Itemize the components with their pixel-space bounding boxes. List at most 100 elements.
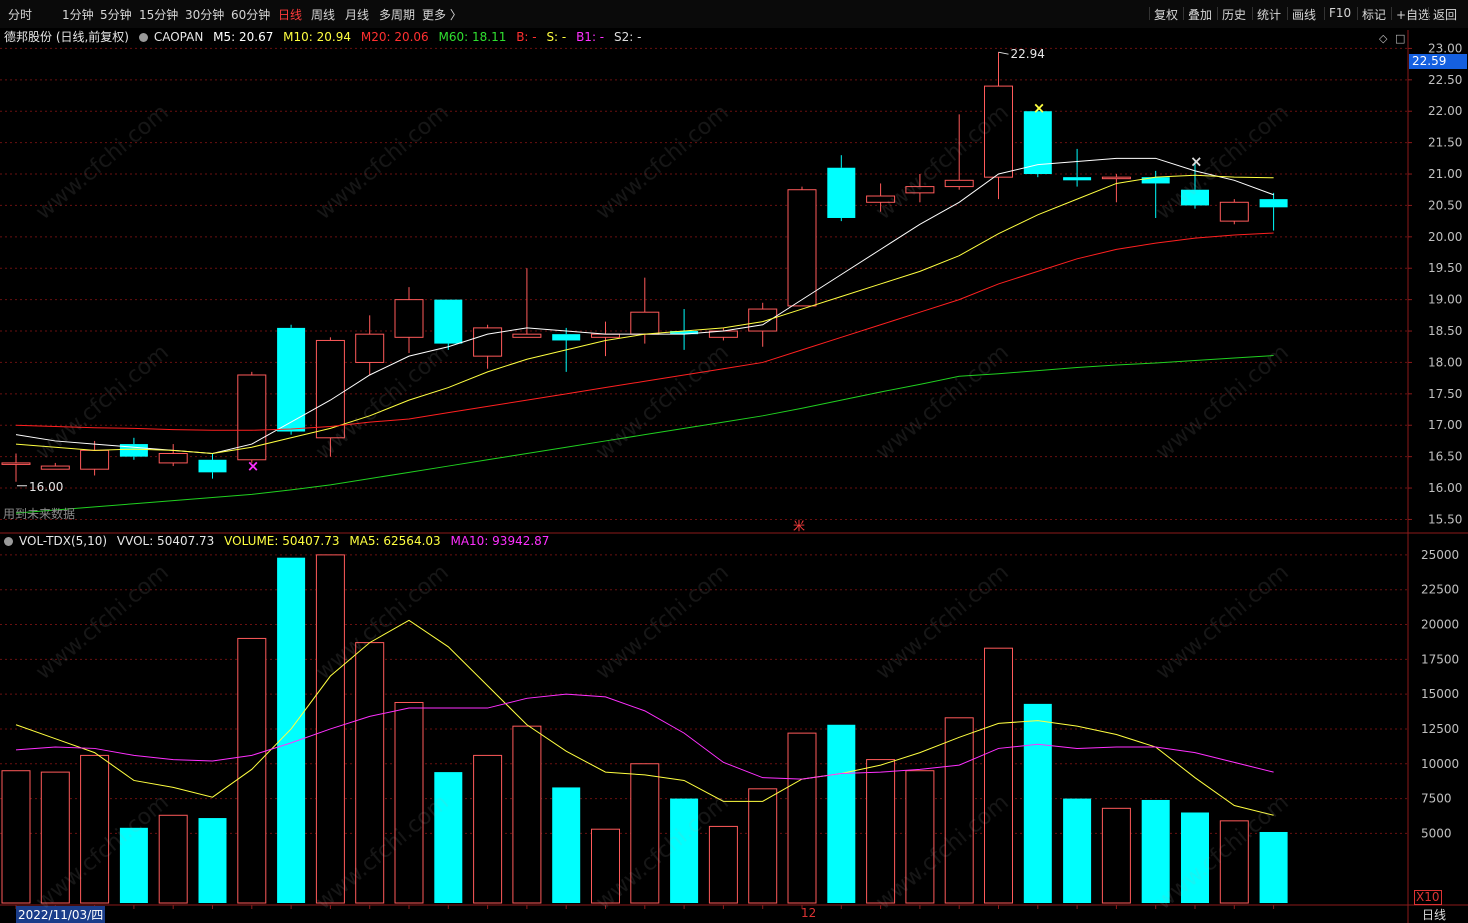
candle-body-up	[394, 299, 424, 338]
price-tick-label: 21.50	[1428, 136, 1462, 150]
vol-settings-icon[interactable]	[4, 537, 13, 546]
price-tick-label: 15.50	[1428, 512, 1462, 526]
volume-bar-up	[748, 788, 778, 904]
vol-indicator-name[interactable]: VOL-TDX(5,10)	[19, 534, 107, 548]
month-marker: 12	[801, 906, 817, 920]
price-tick-label: 18.00	[1428, 355, 1462, 369]
volume-bar-down	[1023, 703, 1052, 903]
candle-body-up	[315, 339, 345, 439]
volume-bar-up	[866, 759, 896, 904]
price-tick-label: 18.50	[1428, 324, 1462, 338]
volume-tick-label: 20000	[1421, 618, 1459, 632]
volume-bar-up	[1101, 807, 1131, 904]
candle-body-down	[1063, 177, 1092, 181]
volume-tick-label: 10000	[1421, 757, 1459, 771]
volume-bar-up	[40, 771, 70, 904]
volume-tick-label: 22500	[1421, 583, 1459, 597]
candle-body-down	[198, 459, 227, 473]
volume-bar-up	[512, 725, 542, 904]
candle-body-up	[984, 85, 1013, 178]
price-tick-label: 20.00	[1428, 230, 1462, 244]
current-price-tag: 22.59	[1409, 54, 1467, 69]
volume-tick-label: 15000	[1421, 687, 1459, 701]
volume-bar-up	[355, 642, 385, 904]
volume-bar-down	[119, 827, 148, 903]
price-legend: 德邦股份 (日线,前复权) CAOPAN M5: 20.67 M10: 20.9…	[4, 28, 647, 44]
price-tick-label: 22.50	[1428, 73, 1462, 87]
signal-marker: ×	[1190, 152, 1203, 170]
candle-body-down	[277, 327, 306, 432]
square-icon: □	[1395, 32, 1405, 45]
volume-bar-down	[552, 787, 581, 903]
candle-body-down	[552, 334, 581, 341]
b-value: B: -	[516, 30, 537, 44]
candle-body-up	[748, 308, 778, 332]
volume-bar-down	[434, 772, 463, 903]
candle-body-down	[827, 167, 856, 218]
max-price-label: 22.94	[1011, 47, 1045, 61]
candle-body-up	[905, 186, 935, 194]
volume-tick-label: 17500	[1421, 652, 1459, 666]
indicator-name[interactable]: CAOPAN	[154, 30, 203, 44]
volume-bar-up	[473, 754, 503, 904]
candle-body-up	[630, 311, 660, 335]
volume-bar-up	[708, 825, 738, 904]
candle-body-up	[866, 195, 896, 203]
stock-title: 德邦股份 (日线,前复权)	[4, 30, 129, 44]
kline-chart[interactable]: 15.50 16.00 16.50 17.00 17.50 18.00 18.50 19.00…	[0, 0, 1468, 923]
volume-bar-up	[905, 770, 935, 904]
candle-body-up	[355, 333, 385, 363]
volume-bar-down	[1181, 812, 1209, 903]
m10-value: M10: 20.94	[283, 30, 352, 44]
price-tick-label: 19.00	[1428, 293, 1462, 307]
volume-tick-label: 5000	[1421, 826, 1452, 840]
price-tick-label: 22.00	[1428, 104, 1462, 118]
period-label: 日线	[1422, 908, 1447, 922]
volume-bar-up	[1, 770, 31, 904]
ma-line-m60	[15, 355, 1274, 514]
price-tick-label: 21.00	[1428, 167, 1462, 181]
scale-x10-badge[interactable]: X10	[1414, 890, 1442, 905]
indicator-settings-icon[interactable]	[138, 33, 148, 42]
volume-bar-up	[630, 763, 660, 904]
candle-body-up	[787, 189, 817, 307]
candle-body-up	[944, 179, 974, 188]
b1-value: B1: -	[576, 30, 605, 44]
signal-marker: ×	[1033, 99, 1046, 117]
volume-bar-up	[591, 828, 620, 904]
s2-value: S2: -	[613, 30, 642, 44]
candle-body-up	[158, 452, 188, 464]
diamond-icon: ◇	[1379, 32, 1388, 45]
volume-tick-label: 25000	[1421, 548, 1459, 562]
price-tick-label: 16.50	[1428, 450, 1462, 464]
ma5-value: MA5: 62564.03	[349, 534, 441, 548]
price-tick-label: 16.00	[1428, 481, 1462, 495]
volume-bar-up	[80, 754, 110, 904]
cursor-date: 2022/11/03/四	[16, 906, 106, 923]
volume-tick-label: 12500	[1421, 722, 1459, 736]
volume-bar-down	[1063, 798, 1092, 903]
volume-bar-down	[1141, 799, 1170, 903]
ma10-value: MA10: 93942.87	[450, 534, 550, 548]
volume-bar-up	[787, 732, 817, 904]
candle-body-up	[80, 449, 110, 470]
candle-body-down	[1259, 199, 1288, 208]
future-data-icon: 米	[793, 519, 805, 533]
candle-body-up	[40, 465, 70, 470]
s-value: S: -	[546, 30, 567, 44]
volume-bar-down	[1259, 831, 1288, 903]
m60-value: M60: 18.11	[438, 30, 507, 44]
max-price-pointer	[998, 51, 1009, 55]
price-tick-label: 17.00	[1428, 418, 1462, 432]
volume-tick-label: 7500	[1421, 792, 1452, 806]
volume-bar-up	[944, 717, 974, 904]
volume-bar-down	[198, 818, 227, 903]
volume-value: VOLUME: 50407.73	[224, 534, 340, 548]
volume-bar-down	[670, 798, 699, 903]
m5-value: M5: 20.67	[213, 30, 274, 44]
m20-value: M20: 20.06	[360, 30, 429, 44]
vvol-value: VVOL: 50407.73	[116, 534, 215, 548]
volume-bar-up	[237, 637, 267, 904]
candle-body-up	[1, 462, 31, 465]
volume-legend: VOL-TDX(5,10) VVOL: 50407.73 VOLUME: 504…	[4, 534, 555, 550]
